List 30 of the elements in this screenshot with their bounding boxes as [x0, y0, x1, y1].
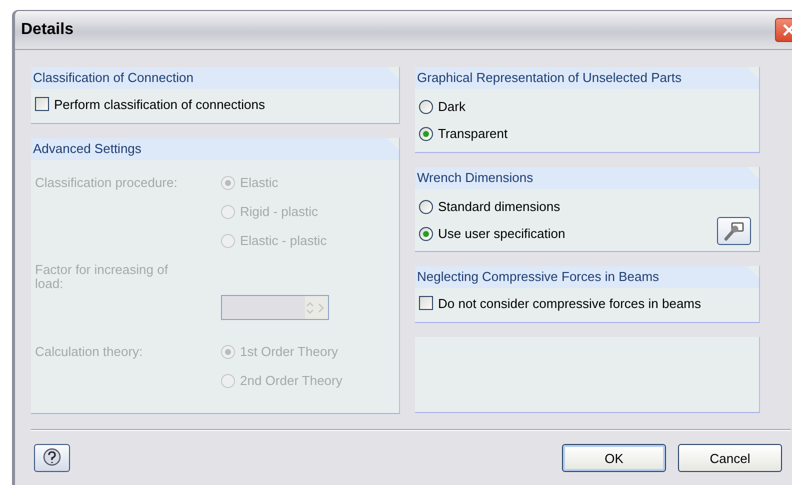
group-header: Advanced Settings — [31, 138, 399, 160]
close-icon — [783, 24, 792, 36]
spin-arrows-icon — [305, 300, 315, 316]
wrench-icon — [723, 221, 745, 241]
radio-button[interactable] — [419, 226, 433, 240]
group-header: Graphical Representation of Unselected Parts — [415, 67, 759, 89]
radio-option[interactable]: Use user specification — [419, 220, 566, 247]
help-button[interactable] — [34, 444, 70, 472]
radio-option[interactable]: Dark — [419, 93, 755, 120]
checkbox[interactable] — [419, 296, 433, 310]
radio-button[interactable] — [419, 100, 433, 114]
caret-icon — [318, 302, 324, 312]
checkbox[interactable] — [35, 97, 49, 111]
checkbox-option[interactable]: Perform classification of connections — [35, 93, 395, 115]
group-header: Wrench Dimensions — [415, 167, 759, 189]
radio-button[interactable] — [419, 126, 433, 140]
field-label: Calculation theory: — [35, 343, 144, 361]
wrench-button[interactable] — [717, 217, 751, 245]
radio-button[interactable] — [419, 200, 433, 214]
checkbox-option[interactable]: Do not consider compressive forces in beams — [419, 292, 755, 314]
radio-option[interactable]: Standard dimensions — [419, 193, 566, 220]
window-title: Details — [21, 21, 74, 39]
help-icon — [42, 448, 62, 468]
field-label: Factor for increasing of load: — [35, 261, 169, 293]
dialog-button[interactable]: Cancel — [678, 444, 782, 472]
dialog-button[interactable]: OK — [562, 444, 666, 472]
group-header: Classification of Connection — [31, 67, 399, 89]
radio-option[interactable]: Transparent — [419, 120, 755, 147]
group-header: Neglecting Compressive Forces in Beams — [415, 266, 759, 288]
field-label: Classification procedure: — [35, 174, 178, 192]
